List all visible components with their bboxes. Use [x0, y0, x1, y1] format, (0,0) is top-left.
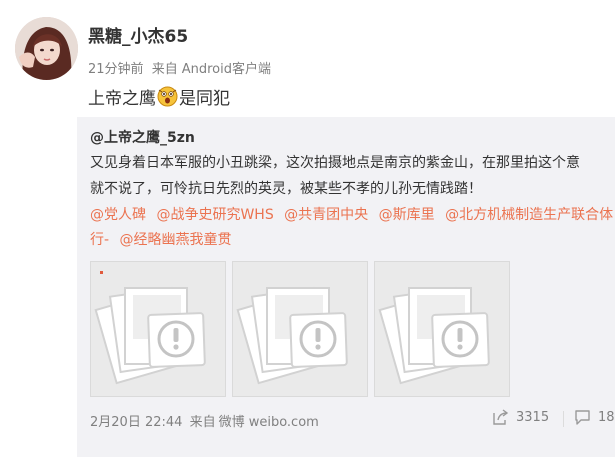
share-count: 3315 — [516, 410, 550, 425]
author-name[interactable]: 黑糖_小杰65 — [88, 22, 188, 47]
post-text: 上帝之鹰 是同犯 — [88, 84, 230, 109]
comment-icon — [575, 410, 590, 425]
mentions: @党人碑 @战争史研究WHS @共青团中央 @斯库里 @北方机械制造生产联合体 … — [90, 203, 615, 253]
shocked-face-emoji-icon — [157, 86, 178, 107]
avatar-image — [15, 17, 78, 80]
repost-box: @上帝之鹰_5zn 又见身着日本军服的小丑跳梁，这次拍摄地点是南京的紫金山，在那… — [77, 117, 615, 457]
image-load-failed-icon — [378, 286, 490, 385]
mention-link[interactable]: @斯库里 — [379, 207, 435, 223]
repost-footer: 2月20日 22:44 来自 微博 weibo.com — [90, 411, 322, 430]
image-thumbnail[interactable] — [232, 261, 368, 397]
repost-text: 又见身着日本军服的小丑跳梁，这次拍摄地点是南京的紫金山，在那里拍这个意 就不说了… — [90, 150, 580, 202]
post-text-after: 是同犯 — [179, 89, 230, 109]
repost-date[interactable]: 2月20日 22:44 — [90, 415, 182, 430]
image-load-failed-icon — [236, 286, 348, 385]
avatar[interactable] — [15, 17, 78, 80]
post-text-before: 上帝之鹰 — [88, 89, 156, 109]
weibo-post: 黑糖_小杰65 21分钟前 来自 Android客户端 上帝之鹰 是同犯 @上帝之… — [0, 0, 615, 457]
image-load-failed-icon — [94, 286, 206, 385]
post-meta: 21分钟前 来自 Android客户端 — [88, 58, 275, 77]
mention-link[interactable]: @北方机械制造生产联合体 — [445, 207, 613, 223]
share-icon — [493, 409, 509, 425]
mention-link-continued[interactable]: 行- — [90, 232, 109, 248]
mention-link[interactable]: @经略幽燕我童贯 — [120, 232, 232, 248]
post-time[interactable]: 21分钟前 — [88, 62, 144, 77]
image-thumbnail[interactable] — [90, 261, 226, 397]
mention-link[interactable]: @党人碑 — [90, 207, 146, 223]
repost-text-line: 就不说了，可怜抗日先烈的英灵，被某些不孝的儿孙无情践踏！ — [90, 181, 482, 197]
image-thumbnail[interactable] — [374, 261, 510, 397]
post-source[interactable]: Android客户端 — [182, 62, 271, 77]
repost-source[interactable]: 微博 weibo.com — [219, 415, 319, 430]
action-divider — [563, 411, 564, 427]
comment-button[interactable]: 18 — [574, 409, 615, 426]
share-button[interactable]: 3315 — [492, 409, 549, 426]
repost-text-line: 又见身着日本军服的小丑跳梁，这次拍摄地点是南京的紫金山，在那里拍这个意 — [90, 155, 580, 171]
mention-link[interactable]: @共青团中央 — [284, 207, 368, 223]
mention-link[interactable]: @战争史研究WHS — [156, 207, 273, 223]
repost-user-link[interactable]: @上帝之鹰_5zn — [90, 127, 195, 147]
repost-source-prefix: 来自 — [189, 415, 216, 430]
source-prefix: 来自 — [151, 62, 178, 77]
comment-count: 18 — [598, 410, 615, 425]
